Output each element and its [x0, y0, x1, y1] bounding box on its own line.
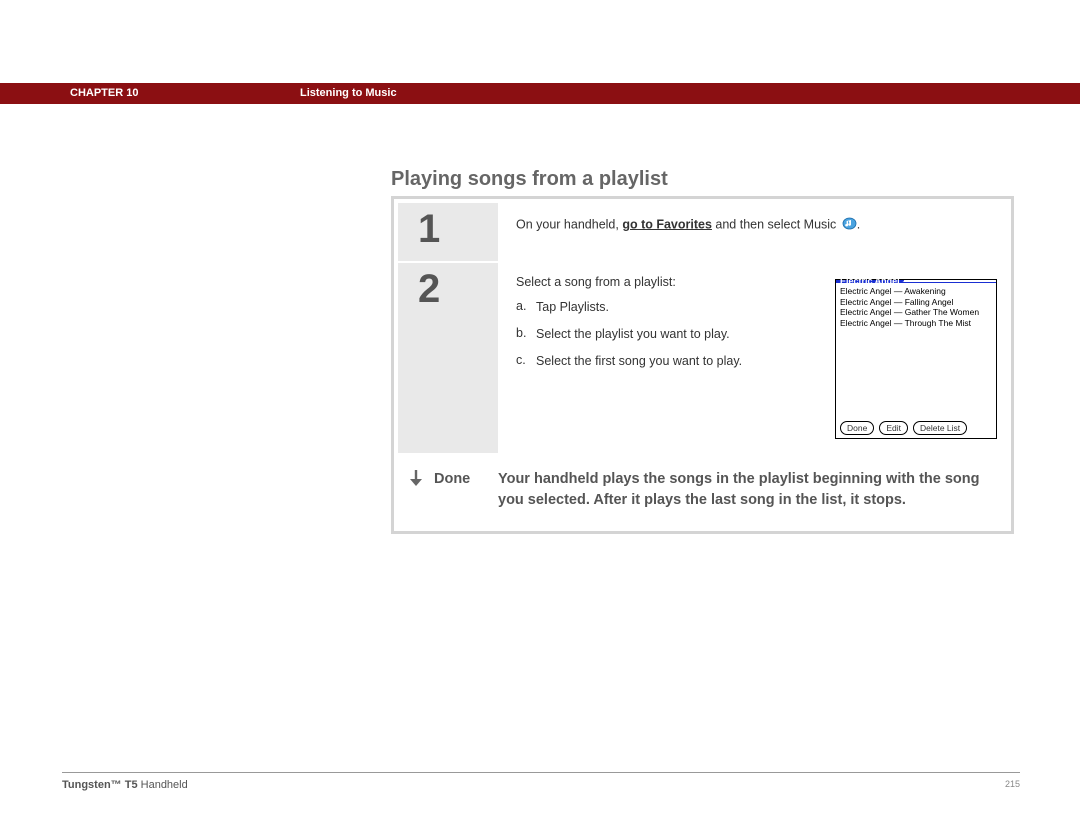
- step-number-2: 2: [398, 263, 498, 453]
- product-suffix: Handheld: [138, 779, 188, 791]
- substep-b-letter: b.: [516, 326, 536, 343]
- favorites-link[interactable]: go to Favorites: [622, 217, 712, 231]
- content-panel: 1 On your handheld, go to Favorites and …: [391, 196, 1014, 534]
- step-1-row: 1 On your handheld, go to Favorites and …: [398, 203, 1007, 263]
- chapter-label: CHAPTER 10: [70, 83, 138, 104]
- product-name: Tungsten™ T5: [62, 779, 138, 791]
- page-number: 215: [1005, 779, 1020, 791]
- step-2-body: Select a song from a playlist: a. Tap Pl…: [498, 263, 1007, 453]
- substep-a-letter: a.: [516, 299, 536, 316]
- substep-c-letter: c.: [516, 353, 536, 370]
- palm-button-row: Done Edit Delete List: [840, 421, 992, 435]
- substep-c-text: Select the first song you want to play.: [536, 353, 766, 370]
- page-title: Playing songs from a playlist: [391, 168, 668, 191]
- substep-c: c. Select the first song you want to pla…: [516, 353, 766, 370]
- palm-playlist-title: Electric Angel: [836, 280, 904, 282]
- palm-done-button[interactable]: Done: [840, 421, 874, 435]
- step-1-body: On your handheld, go to Favorites and th…: [498, 203, 1007, 263]
- step1-prefix: On your handheld,: [516, 217, 622, 231]
- down-arrow-icon: [408, 469, 424, 494]
- step-number-1: 1: [398, 203, 498, 263]
- done-label: Done: [434, 469, 470, 490]
- palm-list-item: Electric Angel — Awakening: [840, 286, 992, 297]
- substep-b-text: Select the playlist you want to play.: [536, 326, 766, 343]
- palm-list-item: Electric Angel — Falling Angel: [840, 297, 992, 308]
- step1-period: .: [857, 217, 860, 231]
- footer-product: Tungsten™ T5 Handheld: [62, 779, 188, 791]
- palm-edit-button[interactable]: Edit: [879, 421, 908, 435]
- step1-suffix: and then select Music: [712, 217, 840, 231]
- palm-list-item: Electric Angel — Gather The Women: [840, 307, 992, 318]
- step-2-row: 2 Select a song from a playlist: a. Tap …: [398, 263, 1007, 453]
- palm-list-item: Electric Angel — Through The Mist: [840, 318, 992, 329]
- substep-a: a. Tap Playlists.: [516, 299, 766, 316]
- page-footer: Tungsten™ T5 Handheld 215: [62, 772, 1020, 791]
- palm-screenshot: Electric Angel Electric Angel — Awakenin…: [835, 279, 997, 439]
- step2-intro: Select a song from a playlist:: [516, 275, 766, 289]
- music-icon: [842, 217, 857, 233]
- done-label-wrap: Done: [404, 469, 498, 511]
- step-2-text: Select a song from a playlist: a. Tap Pl…: [516, 275, 766, 439]
- substep-b: b. Select the playlist you want to play.: [516, 326, 766, 343]
- chapter-header-bar: CHAPTER 10 Listening to Music: [0, 83, 1080, 104]
- substep-a-text: Tap Playlists.: [536, 299, 766, 316]
- done-row: Done Your handheld plays the songs in th…: [398, 453, 1007, 527]
- section-title: Listening to Music: [300, 83, 397, 104]
- palm-song-list: Electric Angel — Awakening Electric Ange…: [836, 283, 996, 331]
- done-text: Your handheld plays the songs in the pla…: [498, 469, 991, 511]
- palm-delete-list-button[interactable]: Delete List: [913, 421, 967, 435]
